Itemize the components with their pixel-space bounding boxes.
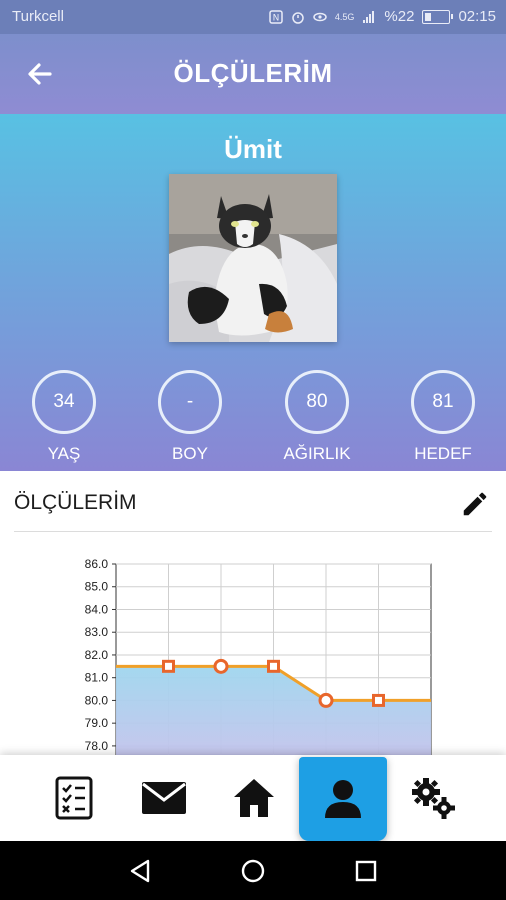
y-tick-label: 85.0 — [85, 580, 109, 594]
stat-height-label: BOY — [172, 444, 208, 463]
signal-icon — [363, 10, 375, 23]
stat-age-label: YAŞ — [47, 444, 81, 463]
bottom-nav — [0, 755, 506, 841]
nav-settings[interactable] — [389, 755, 477, 841]
y-tick-label: 78.0 — [85, 739, 109, 753]
stat-target-value[interactable]: 81 — [411, 370, 475, 434]
checklist-icon — [55, 776, 93, 820]
y-tick-label: 81.0 — [85, 671, 109, 685]
y-tick-label: 79.0 — [85, 716, 109, 730]
app-bar: ÖLÇÜLERİM — [0, 34, 506, 114]
chart-point-square — [372, 693, 385, 707]
y-tick-label: 86.0 — [85, 557, 109, 571]
nav-checklist[interactable] — [30, 755, 118, 841]
chart-tick-layer: 86.0 85.0 84.0 83.0 82.0 81.0 80.0 79.0 78.0 — [85, 557, 116, 753]
cat-photo-image — [169, 174, 337, 342]
stat-age-value[interactable]: 34 — [32, 370, 96, 434]
user-icon — [325, 780, 361, 818]
nav-home[interactable] — [210, 755, 298, 841]
recents-square-icon[interactable] — [350, 855, 382, 887]
battery-icon — [422, 9, 454, 24]
stat-target-label: HEDEF — [414, 444, 472, 463]
clock: 02:15 — [458, 8, 496, 25]
stat-height-value[interactable]: - — [158, 370, 222, 434]
nav-messages[interactable] — [120, 755, 208, 841]
chart-point-circle — [318, 692, 334, 708]
network-type: 4.5G — [334, 11, 355, 22]
y-tick-label: 80.0 — [85, 693, 109, 707]
home-icon — [234, 779, 274, 817]
stat-height: - BOY — [140, 370, 240, 464]
profile-photo[interactable] — [169, 174, 337, 342]
status-icons: N 4.5G %22 02:15 — [269, 8, 496, 25]
home-circle-icon[interactable] — [237, 855, 269, 887]
system-nav-bar — [0, 841, 506, 900]
back-triangle-icon[interactable] — [124, 855, 156, 887]
page-title: ÖLÇÜLERİM — [173, 58, 333, 88]
stat-age: 34 YAŞ — [14, 370, 114, 464]
stats-row: 34 YAŞ - BOY 80 AĞIRLIK 81 HEDEF — [0, 370, 506, 465]
stat-weight: 80 AĞIRLIK — [267, 370, 367, 464]
chart-point-circle — [213, 658, 229, 674]
chart-point-square — [267, 659, 280, 673]
battery-percent: %22 — [384, 8, 415, 25]
chart-point-square — [162, 659, 175, 673]
eye-icon — [313, 12, 327, 21]
section-header: ÖLÇÜLERİM — [14, 471, 492, 532]
carrier-name: Turkcell — [12, 8, 64, 25]
gears-icon — [412, 778, 455, 819]
weight-chart-svg: 86.0 85.0 84.0 83.0 82.0 81.0 80.0 79.0 78.0 — [85, 557, 432, 755]
weight-chart: 86.0 85.0 84.0 83.0 82.0 81.0 80.0 79.0 78.0 — [0, 540, 506, 755]
y-tick-label: 83.0 — [85, 625, 109, 639]
stat-weight-label: AĞIRLIK — [283, 444, 351, 463]
status-bar: Turkcell N 4.5G %22 02:15 — [0, 0, 506, 34]
profile-header: Ümit 34 YAŞ - BOY 80 AĞIRLIK 81 HEDEF — [0, 114, 506, 471]
y-tick-label: 82.0 — [85, 648, 109, 662]
y-tick-label: 84.0 — [85, 602, 109, 616]
stat-weight-value[interactable]: 80 — [285, 370, 349, 434]
pencil-icon[interactable] — [460, 489, 490, 519]
svg-text:N: N — [273, 13, 280, 23]
nfc-icon: N — [269, 9, 283, 24]
alarm-icon — [292, 11, 304, 24]
section-title: ÖLÇÜLERİM — [14, 491, 137, 514]
stat-target: 81 HEDEF — [393, 370, 493, 464]
mail-icon — [142, 782, 186, 814]
profile-name: Ümit — [224, 134, 282, 164]
nav-profile[interactable] — [299, 757, 387, 841]
